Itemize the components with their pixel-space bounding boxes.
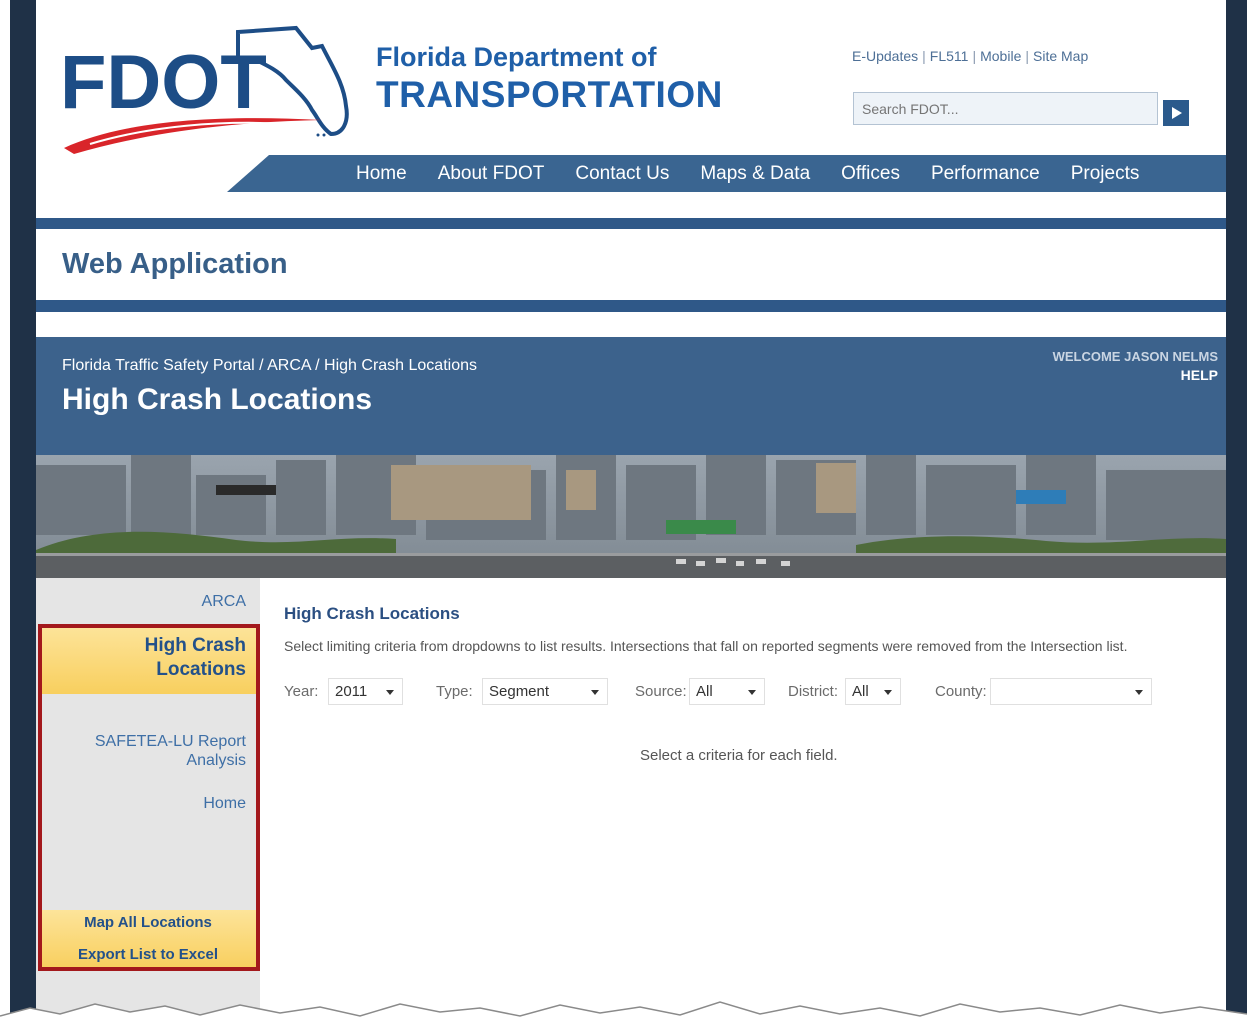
type-select-value: Segment <box>489 683 550 700</box>
nav-home[interactable]: Home <box>356 163 407 185</box>
site-map-link[interactable]: Site Map <box>1033 48 1088 64</box>
fdot-logo[interactable]: FDOT <box>60 18 360 158</box>
portal-header: Florida Traffic Safety Portal / ARCA / H… <box>36 337 1226 455</box>
org-name-line1: Florida Department of <box>376 42 657 72</box>
logo-text: FDOT <box>60 40 267 125</box>
empty-results-message: Select a criteria for each field. <box>640 747 838 764</box>
left-frame <box>10 0 36 1026</box>
search-input[interactable] <box>853 92 1158 125</box>
district-select[interactable]: All <box>845 678 901 705</box>
nav-about-fdot[interactable]: About FDOT <box>438 163 545 185</box>
org-name-line2: TRANSPORTATION <box>376 74 723 115</box>
chevron-down-icon <box>386 690 394 695</box>
fl511-link[interactable]: FL511 <box>930 48 969 64</box>
right-frame <box>1226 0 1247 1026</box>
content-description: Select limiting criteria from dropdowns … <box>284 638 1128 654</box>
chevron-down-icon <box>748 690 756 695</box>
nav-performance[interactable]: Performance <box>931 163 1040 185</box>
city-skyline-banner <box>36 455 1226 578</box>
page: FDOT Florida Department of TRANSPORTATIO… <box>36 0 1226 1026</box>
torn-edge-decoration <box>0 1001 1247 1026</box>
divider-stripe <box>36 300 1226 312</box>
breadcrumb[interactable]: Florida Traffic Safety Portal / ARCA / H… <box>62 357 477 375</box>
year-label: Year: <box>284 683 319 700</box>
section-title: Web Application <box>62 248 288 280</box>
district-label: District: <box>788 683 838 700</box>
page-title: High Crash Locations <box>62 383 373 416</box>
source-select-value: All <box>696 683 713 700</box>
e-updates-link[interactable]: E-Updates <box>852 48 918 64</box>
type-label: Type: <box>436 683 473 700</box>
search-go-button[interactable] <box>1163 100 1189 126</box>
nav-offices[interactable]: Offices <box>841 163 900 185</box>
district-select-value: All <box>852 683 869 700</box>
type-select[interactable]: Segment <box>482 678 608 705</box>
sidebar: ARCA High Crash Locations SAFETEA-LU Rep… <box>36 578 260 1026</box>
county-label: County: <box>935 683 987 700</box>
county-select[interactable] <box>990 678 1152 705</box>
chevron-down-icon <box>884 690 892 695</box>
utility-links: E-Updates | FL511 | Mobile | Site Map <box>852 48 1089 64</box>
divider-stripe <box>36 218 1226 229</box>
chevron-down-icon <box>591 690 599 695</box>
content-title: High Crash Locations <box>284 604 460 623</box>
nav-maps-data[interactable]: Maps & Data <box>700 163 810 185</box>
sidebar-item-arca[interactable]: ARCA <box>202 592 246 611</box>
main-nav: Home About FDOT Contact Us Maps & Data O… <box>356 155 1170 192</box>
source-label: Source: <box>635 683 687 700</box>
help-link[interactable]: HELP <box>1181 367 1218 383</box>
welcome-text: WELCOME JASON NELMS <box>1052 349 1218 364</box>
mobile-link[interactable]: Mobile <box>980 48 1021 64</box>
year-select[interactable]: 2011 <box>328 678 403 705</box>
nav-projects[interactable]: Projects <box>1071 163 1140 185</box>
source-select[interactable]: All <box>689 678 765 705</box>
chevron-down-icon <box>1135 690 1143 695</box>
year-select-value: 2011 <box>335 683 368 700</box>
nav-contact-us[interactable]: Contact Us <box>575 163 669 185</box>
annotation-highlight-box <box>38 624 260 971</box>
